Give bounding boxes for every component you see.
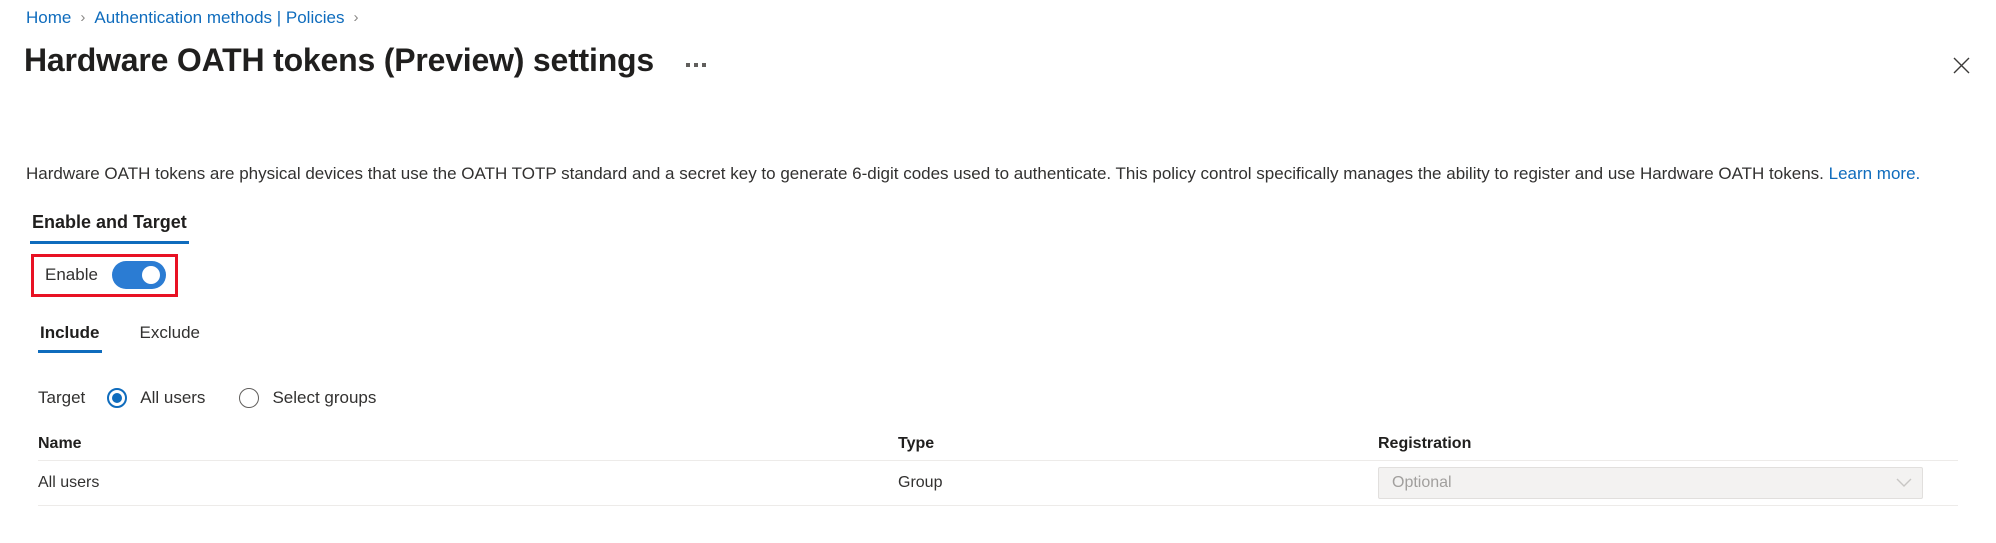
ellipsis-icon xyxy=(686,63,690,67)
description-text: Hardware OATH tokens are physical device… xyxy=(26,162,1920,186)
tab-exclude[interactable]: Exclude xyxy=(138,322,202,353)
registration-dropdown[interactable]: Optional xyxy=(1378,467,1923,499)
table-header-row: Name Type Registration xyxy=(38,427,1958,461)
tab-include-label: Include xyxy=(40,323,100,342)
target-table: Name Type Registration All users Group O… xyxy=(38,427,1958,506)
radio-select-groups-label: Select groups xyxy=(272,388,377,407)
enable-label: Enable xyxy=(45,265,98,284)
breadcrumb: Home › Authentication methods | Policies… xyxy=(26,7,367,29)
enable-toggle[interactable] xyxy=(111,261,166,289)
cell-name: All users xyxy=(38,474,100,491)
description-body: Hardware OATH tokens are physical device… xyxy=(26,164,1824,183)
include-exclude-tablist: Include Exclude xyxy=(38,322,202,353)
cell-type: Group xyxy=(898,474,943,491)
ellipsis-icon xyxy=(702,63,706,67)
radio-all-users[interactable]: All users xyxy=(107,387,205,409)
breadcrumb-chevron-icon: › xyxy=(80,9,86,26)
target-radio-group: Target All users Select groups xyxy=(38,387,376,409)
breadcrumb-item-authentication-methods-policies[interactable]: Authentication methods | Policies xyxy=(94,7,344,29)
radio-select-groups[interactable]: Select groups xyxy=(239,387,376,409)
toggle-knob xyxy=(141,266,160,284)
close-icon xyxy=(1953,57,1969,73)
column-header-registration: Registration xyxy=(1378,434,1472,452)
tab-enable-and-target-label: Enable and Target xyxy=(32,212,187,232)
title-row: Hardware OATH tokens (Preview) settings xyxy=(24,40,712,80)
chevron-down-icon xyxy=(1896,478,1912,488)
column-header-type: Type xyxy=(898,434,935,452)
table-row[interactable]: All users Group Optional xyxy=(38,461,1958,506)
cell-registration: Optional xyxy=(1378,467,1938,499)
radio-all-users-label: All users xyxy=(140,388,206,407)
column-header-name: Name xyxy=(38,434,82,452)
ellipsis-icon xyxy=(694,63,698,67)
tab-include[interactable]: Include xyxy=(38,322,102,353)
close-button[interactable] xyxy=(1942,46,1980,84)
radio-all-users-indicator xyxy=(107,388,128,408)
radio-select-groups-indicator xyxy=(239,388,260,408)
enable-toggle-row: Enable xyxy=(45,261,166,289)
target-label: Target xyxy=(38,388,86,407)
more-commands-button[interactable] xyxy=(680,49,712,81)
page-title: Hardware OATH tokens (Preview) settings xyxy=(24,42,654,78)
tab-exclude-label: Exclude xyxy=(139,323,200,342)
tab-enable-and-target[interactable]: Enable and Target xyxy=(30,210,189,244)
breadcrumb-chevron-icon: › xyxy=(353,9,359,26)
learn-more-link[interactable]: Learn more. xyxy=(1829,164,1921,183)
registration-dropdown-value: Optional xyxy=(1392,474,1452,491)
pivot-tablist: Enable and Target xyxy=(30,210,189,244)
breadcrumb-item-home[interactable]: Home xyxy=(26,7,71,29)
